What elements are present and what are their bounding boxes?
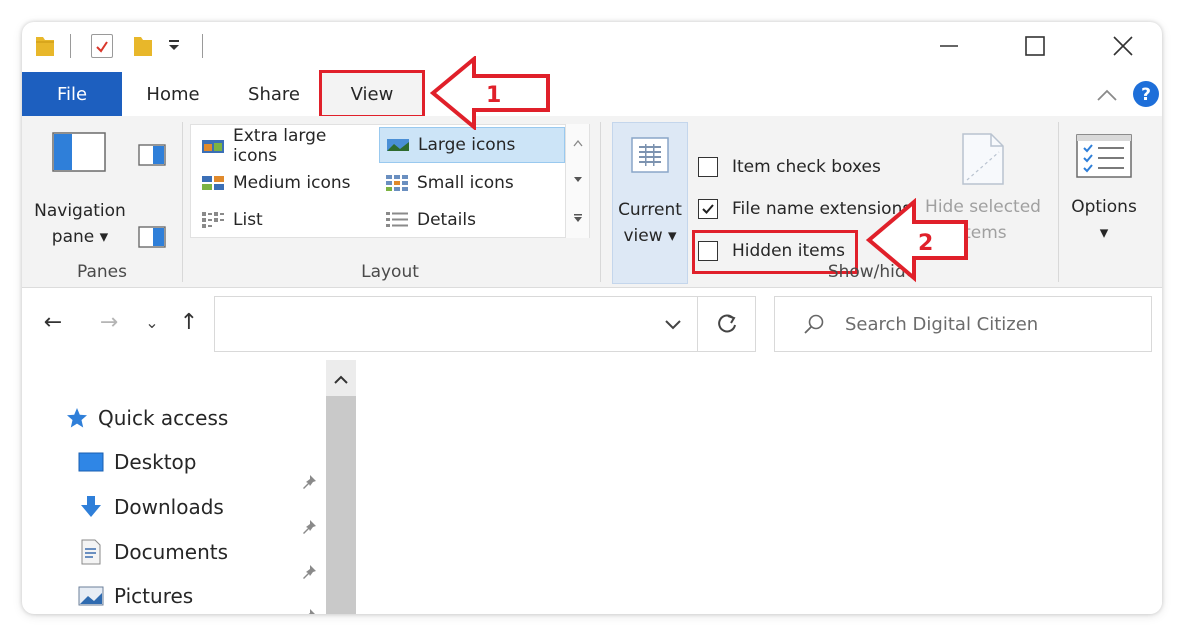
details-icon (386, 212, 408, 227)
scroll-up-icon[interactable] (572, 139, 583, 147)
group-label-panes: Panes (77, 262, 127, 282)
gallery-more-icon[interactable] (573, 213, 583, 223)
options-label: Options ▾ (1071, 197, 1137, 243)
address-dropdown-icon[interactable] (658, 310, 688, 338)
group-label-layout: Layout (361, 262, 419, 282)
layout-medium-icons[interactable]: Medium icons (195, 166, 375, 200)
layout-large-icons[interactable]: Large icons (379, 127, 565, 163)
ribbon-tabs: File Home Share View ? (22, 70, 1162, 118)
list-icon (202, 212, 224, 228)
back-button[interactable]: ← (36, 308, 70, 336)
callout-number-2: 2 (918, 231, 933, 256)
toolbar-separator (202, 34, 203, 58)
navigation-pane: Quick access Desktop Downloads Documents… (22, 360, 356, 614)
title-bar (22, 22, 1162, 70)
options-icon (1076, 134, 1132, 178)
refresh-button[interactable] (698, 296, 756, 352)
navigation-pane-button[interactable]: Navigation pane ▾ (30, 124, 130, 254)
callout-arrow-2: 2 (866, 198, 968, 283)
navigation-pane-icon (52, 132, 106, 172)
group-separator (600, 122, 601, 282)
search-box[interactable] (774, 296, 1152, 352)
nav-item-downloads[interactable]: Downloads (78, 487, 224, 527)
new-folder-icon[interactable] (132, 34, 154, 58)
nav-item-pictures[interactable]: Pictures (78, 576, 193, 614)
file-name-extensions-checkbox[interactable] (698, 199, 718, 219)
maximize-icon (1025, 36, 1045, 56)
layout-gallery-scroll[interactable] (565, 124, 589, 238)
layout-list[interactable]: List (195, 203, 375, 237)
pictures-icon (78, 586, 104, 606)
properties-icon[interactable] (91, 34, 113, 58)
layout-small-icons[interactable]: Small icons (379, 166, 565, 200)
minimize-icon (940, 45, 958, 47)
extra-large-icons-icon (202, 140, 224, 153)
tab-home[interactable]: Home (132, 72, 214, 116)
current-view-button[interactable]: Current view ▾ (612, 122, 688, 284)
current-view-label: Current view ▾ (618, 200, 682, 246)
documents-icon (81, 539, 101, 565)
collapse-ribbon-icon[interactable] (1096, 88, 1118, 102)
preview-pane-icon[interactable] (138, 144, 166, 166)
options-button[interactable]: Options ▾ (1062, 122, 1146, 252)
layout-details[interactable]: Details (379, 203, 565, 237)
nav-pane-scrollbar[interactable] (326, 360, 356, 614)
address-bar-row: ← → ⌄ ↑ (22, 288, 1162, 360)
large-icons-icon (387, 139, 409, 151)
layout-gallery: Extra large icons Large icons Medium ico… (190, 124, 590, 238)
pin-icon[interactable] (300, 473, 318, 491)
svg-text:?: ? (1141, 85, 1151, 105)
file-explorer-window: File Home Share View ? Navigation pane ▾ (22, 22, 1162, 614)
chevron-up-icon (334, 375, 348, 384)
nav-item-documents[interactable]: Documents (78, 532, 228, 572)
maximize-button[interactable] (1012, 30, 1058, 62)
star-icon (67, 408, 87, 428)
item-check-boxes-checkbox[interactable] (698, 157, 718, 177)
checkmark-icon (702, 204, 714, 214)
desktop-icon (78, 452, 104, 472)
scroll-thumb[interactable] (326, 396, 356, 614)
group-separator (1058, 122, 1059, 282)
details-pane-icon[interactable] (138, 226, 166, 248)
pin-icon[interactable] (300, 563, 318, 581)
nav-item-desktop[interactable]: Desktop (78, 442, 196, 482)
toolbar-separator (70, 34, 71, 58)
downloads-icon (81, 496, 101, 517)
tab-file[interactable]: File (22, 72, 122, 116)
help-icon[interactable]: ? (1132, 80, 1160, 108)
ribbon-controls: ? (1092, 80, 1162, 110)
close-icon (1113, 36, 1133, 56)
hide-selected-items-icon (962, 133, 1004, 185)
small-icons-icon (386, 175, 408, 191)
ribbon: Navigation pane ▾ Panes Extra large icon… (22, 116, 1162, 288)
layout-extra-large-icons[interactable]: Extra large icons (195, 126, 375, 166)
address-input[interactable] (214, 296, 698, 352)
pin-icon[interactable] (300, 518, 318, 536)
item-check-boxes-option[interactable]: Item check boxes (698, 150, 881, 184)
search-input[interactable] (845, 313, 1105, 335)
tab-share[interactable]: Share (236, 72, 312, 116)
folder-icon (36, 37, 54, 56)
refresh-icon (717, 314, 736, 333)
navigation-pane-label: Navigation pane ▾ (34, 201, 126, 247)
pin-icon[interactable] (300, 607, 318, 614)
file-list-area[interactable] (356, 360, 1162, 614)
minimize-button[interactable] (926, 30, 972, 62)
close-button[interactable] (1100, 30, 1146, 62)
callout-number-1: 1 (486, 83, 501, 108)
scroll-up-button[interactable] (326, 366, 356, 394)
up-button[interactable]: ↑ (174, 308, 204, 336)
tab-view[interactable]: View (319, 70, 425, 118)
search-icon (804, 314, 824, 334)
callout-arrow-1: 1 (430, 56, 550, 130)
customize-dropdown-icon[interactable] (168, 38, 180, 56)
scroll-down-icon[interactable] (573, 176, 583, 184)
group-separator (182, 122, 183, 282)
forward-button[interactable]: → (92, 308, 126, 336)
current-view-icon (631, 137, 669, 173)
medium-icons-icon (202, 176, 224, 190)
recent-locations-button[interactable]: ⌄ (140, 308, 164, 336)
nav-item-quick-access[interactable]: Quick access (66, 398, 228, 438)
